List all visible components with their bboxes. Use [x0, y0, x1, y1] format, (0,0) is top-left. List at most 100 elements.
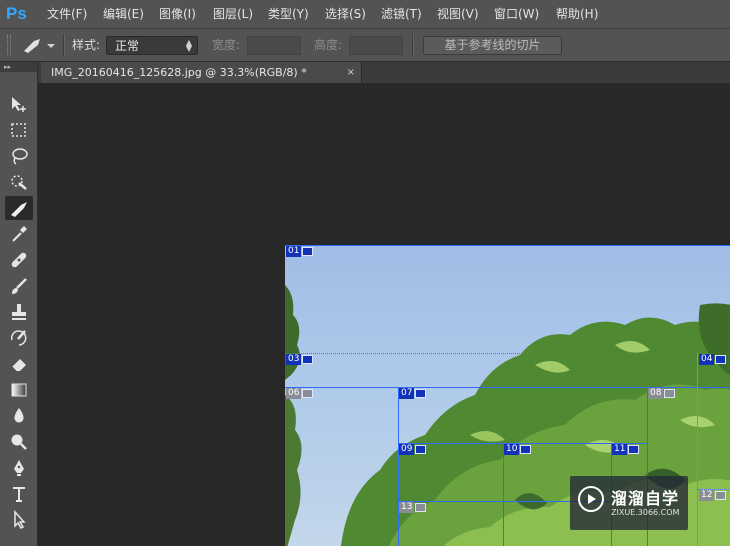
menu-image[interactable]: 图像(I)	[159, 0, 196, 28]
eraser-tool[interactable]	[5, 352, 33, 376]
menu-layer[interactable]: 图层(L)	[213, 0, 253, 28]
style-label: 样式:	[72, 38, 101, 52]
menu-edit[interactable]: 编辑(E)	[103, 0, 144, 28]
slice-badge-07[interactable]: 07	[399, 388, 427, 399]
image-slice-icon	[415, 389, 427, 398]
menu-bar: Ps 文件(F) 编辑(E) 图像(I) 图层(L) 类型(Y) 选择(S) 滤…	[0, 0, 730, 29]
auto-slice-icon	[415, 503, 427, 512]
height-field[interactable]	[349, 36, 403, 55]
menu-type[interactable]: 类型(Y)	[268, 0, 309, 28]
image-slice-icon	[302, 247, 314, 256]
eyedropper-tool[interactable]	[5, 222, 33, 246]
gradient-tool-icon	[11, 383, 27, 397]
blur-tool[interactable]	[5, 404, 33, 428]
menu-file[interactable]: 文件(F)	[47, 0, 87, 28]
eraser-tool-icon	[11, 359, 26, 372]
image-slice-icon	[302, 355, 314, 364]
quick-selection-tool[interactable]	[5, 170, 33, 194]
slice-badge-01[interactable]: 01	[286, 246, 314, 257]
slice-boundary	[503, 443, 504, 546]
history-brush-tool[interactable]	[5, 326, 33, 350]
slice-tool[interactable]	[5, 196, 33, 220]
slice-badge-11[interactable]: 11	[612, 444, 640, 455]
menu-select[interactable]: 选择(S)	[325, 0, 366, 28]
slice-number: 03	[286, 354, 302, 365]
slice-boundary	[398, 387, 399, 546]
tools-panel-collapse[interactable]: ▸▸	[0, 62, 37, 72]
pen-tool-icon	[14, 460, 24, 476]
path-selection-tool-icon	[14, 510, 26, 529]
healing-brush-tool-icon	[11, 252, 27, 268]
slice-number: 12	[699, 490, 715, 501]
slice-badge-03[interactable]: 03	[286, 354, 314, 365]
menu-view[interactable]: 视图(V)	[437, 0, 479, 28]
dodge-tool[interactable]	[5, 430, 33, 454]
clone-stamp-tool[interactable]	[5, 300, 33, 324]
slice-number: 01	[286, 246, 302, 257]
tools-panel: ▸▸	[0, 62, 38, 546]
image-slice-icon	[715, 355, 727, 364]
watermark: 溜溜自学 ZIXUE.3066.COM	[570, 476, 688, 530]
slice-number: 10	[504, 444, 520, 455]
slice-badge-06[interactable]: 06	[286, 388, 314, 399]
options-separator	[412, 34, 414, 56]
type-tool-icon	[13, 487, 25, 502]
style-select-value: 正常	[115, 39, 140, 53]
image-slice-icon	[628, 445, 640, 454]
brush-tool[interactable]	[5, 274, 33, 298]
style-select[interactable]: 正常 ▲ ▼	[106, 36, 198, 55]
history-brush-tool-icon	[10, 330, 27, 346]
menu-help[interactable]: 帮助(H)	[556, 0, 598, 28]
updown-arrows-icon: ▲ ▼	[185, 38, 192, 53]
watermark-subtitle: ZIXUE.3066.COM	[611, 508, 680, 517]
slice-badge-10[interactable]: 10	[504, 444, 532, 455]
slice-tool-icon	[11, 202, 27, 217]
slice-knife-icon	[24, 39, 55, 53]
slice-boundary	[697, 353, 698, 546]
move-tool[interactable]	[5, 92, 33, 116]
slice-badge-12[interactable]: 12	[699, 490, 727, 501]
play-logo-icon	[578, 486, 604, 512]
slice-boundary	[285, 353, 700, 354]
pen-tool[interactable]	[5, 456, 33, 480]
image-slice-icon	[415, 445, 427, 454]
slices-from-guides-button[interactable]: 基于参考线的切片	[423, 36, 562, 55]
blur-tool-icon	[14, 408, 24, 423]
slice-number: 06	[286, 388, 302, 399]
image-slice-icon	[520, 445, 532, 454]
options-bar-grip[interactable]	[7, 35, 11, 55]
lasso-tool[interactable]	[5, 144, 33, 168]
tool-preset-picker[interactable]	[20, 35, 58, 55]
marquee-tool[interactable]	[5, 118, 33, 142]
menu-filter[interactable]: 滤镜(T)	[381, 0, 422, 28]
options-bar: 样式: 正常 ▲ ▼ 宽度: 高度: 基于参考线的切片	[0, 29, 730, 62]
width-field[interactable]	[247, 36, 301, 55]
auto-slice-icon	[302, 389, 314, 398]
quick-selection-tool-icon	[11, 175, 27, 190]
height-label: 高度:	[314, 38, 343, 52]
photoshop-logo: Ps	[6, 4, 27, 23]
lasso-tool-icon	[12, 148, 28, 165]
slice-badge-04[interactable]: 04	[699, 354, 727, 365]
gradient-tool[interactable]	[5, 378, 33, 402]
dodge-tool-icon	[11, 434, 27, 450]
width-label: 宽度:	[212, 38, 241, 52]
type-tool[interactable]	[5, 482, 33, 506]
brush-tool-icon	[12, 278, 27, 294]
auto-slice-icon	[664, 389, 676, 398]
move-tool-icon	[12, 97, 26, 112]
slice-number: 07	[399, 388, 415, 399]
document-tab[interactable]: IMG_20160416_125628.jpg @ 33.3%(RGB/8) *…	[41, 62, 362, 83]
auto-slice-icon	[715, 491, 727, 500]
close-icon[interactable]: ×	[347, 62, 355, 83]
menu-window[interactable]: 窗口(W)	[494, 0, 539, 28]
slice-number: 08	[648, 388, 664, 399]
slice-badge-09[interactable]: 09	[399, 444, 427, 455]
slice-badge-13[interactable]: 13	[399, 502, 427, 513]
slice-badge-08[interactable]: 08	[648, 388, 676, 399]
healing-brush-tool[interactable]	[5, 248, 33, 272]
clone-stamp-tool-icon	[12, 304, 26, 320]
slice-number: 09	[399, 444, 415, 455]
document-tab-title: IMG_20160416_125628.jpg @ 33.3%(RGB/8) *	[51, 66, 307, 79]
path-selection-tool[interactable]	[5, 508, 33, 532]
